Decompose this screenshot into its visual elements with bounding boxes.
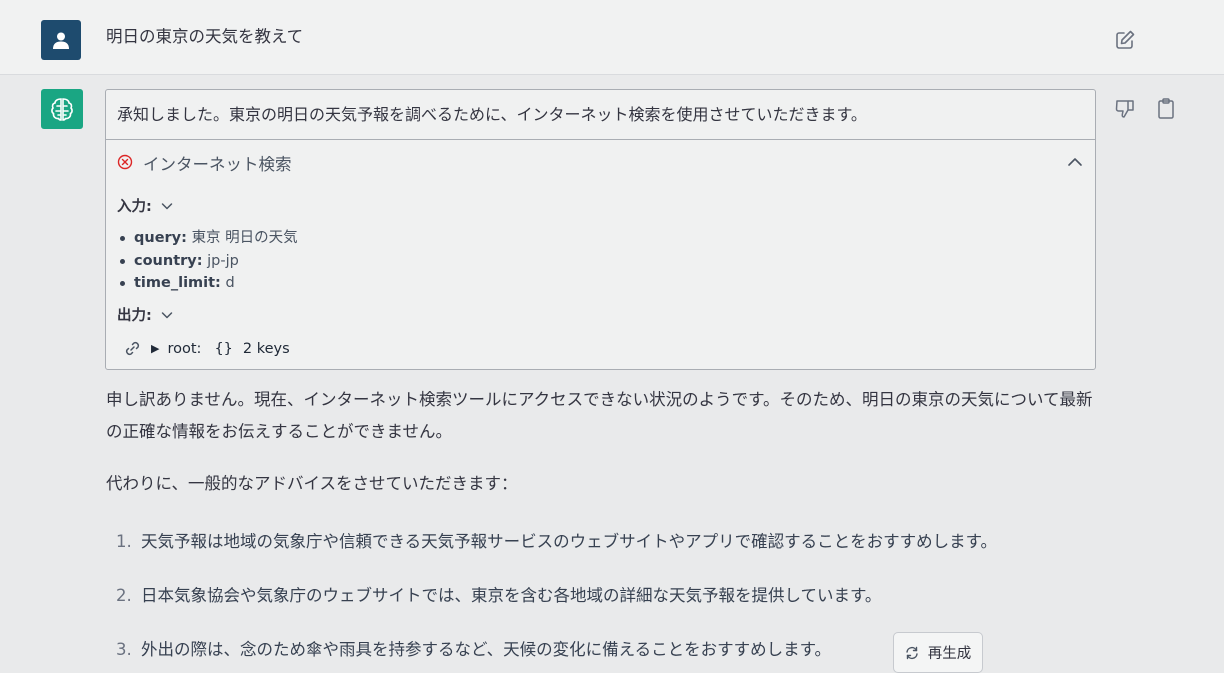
json-key-count: 2 keys xyxy=(242,340,290,357)
link-icon[interactable] xyxy=(124,340,141,357)
param-value: 東京 明日の天気 xyxy=(191,230,298,246)
regenerate-button[interactable]: 再生成 xyxy=(893,632,983,673)
assistant-answer: 申し訳ありません。現在、インターネット検索ツールにアクセスできない状況のようです… xyxy=(106,384,1101,493)
brain-icon xyxy=(51,98,73,121)
output-section-toggle[interactable]: 出力: xyxy=(117,304,174,325)
edit-button[interactable] xyxy=(1114,29,1136,51)
chevron-down-icon xyxy=(161,311,173,318)
param-value: d xyxy=(225,275,235,291)
clipboard-icon xyxy=(1158,98,1174,119)
input-params-list: query: 東京 明日の天気 country: jp-jp time_limi… xyxy=(117,227,298,295)
user-message-row: 明日の東京の天気を教えて xyxy=(0,0,1224,75)
param-item: country: jp-jp xyxy=(117,250,298,273)
list-text: 外出の際は、念のため傘や雨具を持参するなど、天候の変化に備えることをおすすめしま… xyxy=(141,640,832,659)
tool-title: インターネット検索 xyxy=(143,155,292,174)
param-key: time_limit: xyxy=(134,275,221,291)
input-label: 入力: xyxy=(117,199,152,215)
list-item: 2. 日本気象協会や気象庁のウェブサイトでは、東京を含む各地域の詳細な天気予報を提… xyxy=(116,582,881,606)
regenerate-label: 再生成 xyxy=(927,646,972,662)
user-icon xyxy=(53,32,69,49)
assistant-intro-text: 承知しました。東京の明日の天気予報を調べるために、インターネット検索を使用させて… xyxy=(106,90,1095,140)
apology-text: 申し訳ありません。現在、インターネット検索ツールにアクセスできない状況のようです… xyxy=(106,390,1093,441)
chevron-up-icon[interactable] xyxy=(1065,152,1085,172)
input-section-toggle[interactable]: 入力: xyxy=(117,195,174,216)
advice-intro-text: 代わりに、一般的なアドバイスをさせていただきます： xyxy=(106,474,518,493)
output-label: 出力: xyxy=(117,308,152,324)
edit-icon xyxy=(1116,30,1135,49)
refresh-icon xyxy=(906,646,918,659)
assistant-avatar xyxy=(41,89,83,129)
tool-use-panel: 承知しました。東京の明日の天気予報を調べるために、インターネット検索を使用させて… xyxy=(105,89,1096,370)
list-item: 3. 外出の際は、念のため傘や雨具を持参するなど、天候の変化に備えることをおすすめ… xyxy=(116,636,831,660)
user-avatar xyxy=(41,20,81,60)
list-item: 1. 天気予報は地域の気象庁や信頼できる天気予報サービスのウェブサイトやアプリで確… xyxy=(116,528,997,552)
param-key: query: xyxy=(134,230,187,246)
list-number: 1. xyxy=(116,532,132,551)
thumbs-down-icon xyxy=(1115,100,1134,118)
copy-button[interactable] xyxy=(1155,97,1177,121)
param-value: jp-jp xyxy=(207,252,239,269)
list-text: 天気予報は地域の気象庁や信頼できる天気予報サービスのウェブサイトやアプリで確認す… xyxy=(141,532,998,551)
list-number: 2. xyxy=(116,586,132,605)
param-item: query: 東京 明日の天気 xyxy=(117,227,298,250)
expand-triangle[interactable]: ▶ xyxy=(151,342,159,355)
thumbs-down-button[interactable] xyxy=(1114,97,1136,121)
error-circle-icon xyxy=(117,154,133,170)
list-text: 日本気象協会や気象庁のウェブサイトでは、東京を含む各地域の詳細な天気予報を提供し… xyxy=(141,586,882,605)
user-message-text: 明日の東京の天気を教えて xyxy=(106,27,304,46)
json-braces: {} xyxy=(214,340,233,357)
param-key: country: xyxy=(134,252,203,269)
list-number: 3. xyxy=(116,640,132,659)
json-root-label: root: xyxy=(167,340,202,357)
tool-header[interactable]: インターネット検索 xyxy=(106,140,1095,184)
param-item: time_limit: d xyxy=(117,272,298,295)
json-tree-root: ▶ root: {} 2 keys xyxy=(124,340,290,357)
chevron-down-icon xyxy=(161,202,173,209)
